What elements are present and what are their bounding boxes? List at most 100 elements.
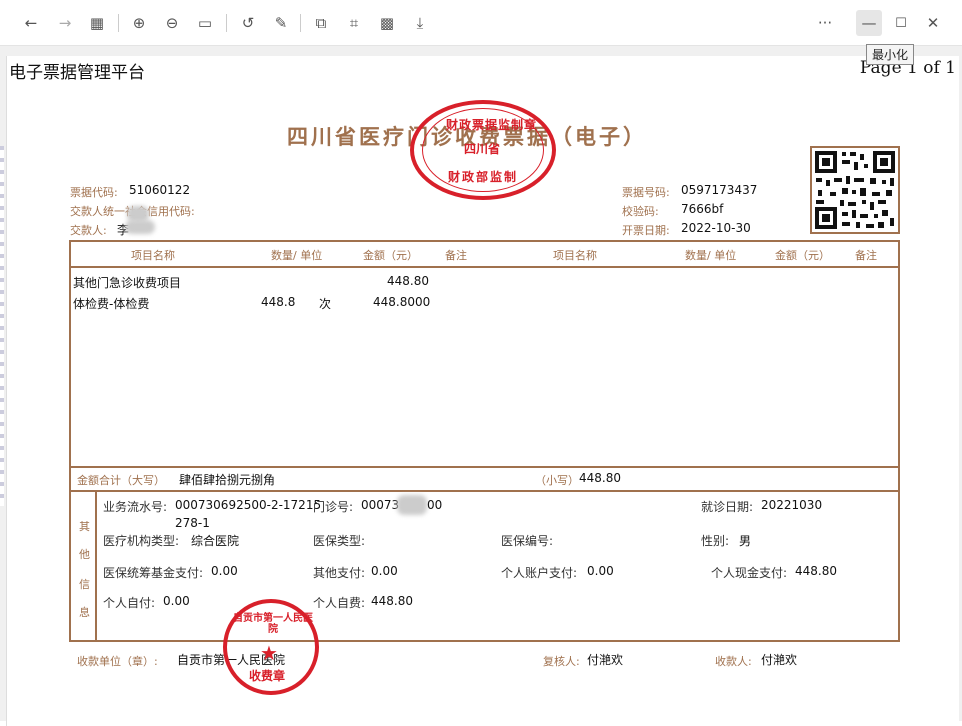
org-type-label: 医疗机构类型: [103, 534, 180, 548]
seal-inner-text: 四川省 [464, 142, 501, 156]
seal-outer-text: 自贡市第一人民医院 [233, 613, 313, 635]
background-window-edge [0, 146, 4, 506]
toolbar-divider [226, 14, 227, 32]
minimize-icon[interactable]: — [856, 10, 882, 36]
self-fee-value: 448.80 [371, 594, 413, 608]
annotate-icon[interactable]: ✎ [268, 10, 294, 36]
col-header-remark-1: 备注 [445, 249, 467, 262]
serial-value-cont: 278-1 [175, 516, 210, 530]
more-icon[interactable]: ··· [812, 10, 838, 36]
select-area-icon[interactable]: ⌗ [341, 10, 367, 36]
ins-type-label: 医保类型: [313, 534, 366, 548]
self-fee-label: 个人自费: [313, 596, 366, 610]
item-qty: 448.8 [261, 295, 296, 309]
cashier-label: 收款人: [715, 655, 752, 668]
cash-label: 个人现金支付: [711, 566, 788, 580]
close-icon[interactable]: ✕ [920, 10, 946, 36]
self-pay-label: 个人自付: [103, 596, 156, 610]
sex-label: 性别: [701, 534, 730, 548]
item-amount: 448.80 [387, 274, 429, 288]
number-value: 0597173437 [681, 183, 758, 197]
item-unit: 次 [319, 297, 332, 311]
page-header-title: 电子票据管理平台 [9, 63, 145, 83]
reviewer-value: 付滟欢 [587, 653, 624, 667]
maximize-icon[interactable]: ☐ [888, 10, 914, 36]
pdf-page: 电子票据管理平台 Page 1 of 1 四川省医疗门诊收费票据（电子） 财政票… [6, 56, 959, 726]
visit-label: 就诊日期: [701, 500, 754, 514]
download-icon[interactable]: ⤓ [407, 10, 433, 36]
back-icon[interactable]: ← [18, 10, 44, 36]
self-pay-value: 0.00 [163, 594, 190, 608]
zoom-in-icon[interactable]: ⊕ [126, 10, 152, 36]
toolbar-divider [118, 14, 119, 32]
col-header-amount-1: 金额（元） [363, 249, 418, 262]
total-rule-top [71, 466, 898, 468]
redaction-blur [397, 495, 427, 515]
zoom-out-icon[interactable]: ⊖ [159, 10, 185, 36]
serial-value: 000730692500-2-17215 [175, 498, 322, 512]
total-rule-bottom [71, 490, 898, 492]
date-value: 2022-10-30 [681, 221, 751, 235]
payer-label: 交款人: [70, 224, 107, 237]
other-info-divider [95, 490, 97, 640]
fit-page-icon[interactable]: ▭ [192, 10, 218, 36]
redaction-blur [125, 220, 155, 234]
org-type-value: 综合医院 [191, 534, 240, 548]
qr-code-icon [815, 151, 895, 229]
visit-value: 20221030 [761, 498, 823, 512]
acct-value: 0.00 [587, 564, 614, 578]
star-icon: ★ [260, 641, 278, 665]
other-pay-label: 其他支付: [313, 566, 366, 580]
seal-bottom-text: 收费章 [249, 669, 286, 683]
toolbar-divider [300, 14, 301, 32]
date-label: 开票日期: [622, 224, 670, 237]
col-header-qty-2: 数量/ 单位 [685, 249, 737, 262]
minimize-tooltip: 最小化 [866, 44, 915, 65]
number-label: 票据号码: [622, 186, 670, 199]
rotate-icon[interactable]: ↺ [235, 10, 261, 36]
header-rule [71, 266, 898, 268]
cash-value: 448.80 [795, 564, 837, 578]
hospital-seal: 自贡市第一人民医院 ★ 收费章 [223, 599, 319, 695]
other-info-char: 他 [79, 548, 90, 561]
reviewer-label: 复核人: [543, 655, 580, 668]
serial-label: 业务流水号: [103, 500, 168, 514]
total-small-value: 448.80 [579, 471, 621, 485]
fund-label: 医保统筹基金支付: [103, 566, 204, 580]
viewer-toolbar: ← → ▦ ⊕ ⊖ ▭ ↺ ✎ ⧉ ⌗ ▩ ⤓ ··· — ☐ ✕ [0, 0, 962, 46]
sex-value: 男 [739, 534, 752, 548]
other-pay-value: 0.00 [371, 564, 398, 578]
forward-icon[interactable]: → [52, 10, 78, 36]
seal-outer-text: 财政票据监制章 [446, 118, 538, 132]
invoice-table: 项目名称 数量/ 单位 金额（元） 备注 项目名称 数量/ 单位 金额（元） 备… [69, 240, 900, 642]
check-value: 7666bf [681, 202, 724, 216]
total-small-label: （小写） [535, 474, 579, 487]
fiscal-seal: 财政票据监制章 四川省 财政部监制 [410, 100, 556, 200]
code-value: 51060122 [129, 183, 191, 197]
col-header-amount-2: 金额（元） [775, 249, 830, 262]
acct-label: 个人账户支付: [501, 566, 578, 580]
col-header-name-1: 项目名称 [131, 249, 175, 262]
item-name: 其他门急诊收费项目 [73, 276, 182, 290]
col-header-qty-1: 数量/ 单位 [271, 249, 323, 262]
clinic-label: 门诊号: [313, 500, 354, 514]
other-info-char: 其 [79, 520, 90, 533]
document-canvas[interactable]: 电子票据管理平台 Page 1 of 1 四川省医疗门诊收费票据（电子） 财政票… [0, 46, 962, 726]
check-label: 校验码: [622, 205, 659, 218]
qr-code [810, 146, 900, 234]
clinic-value-b: 00 [427, 498, 443, 512]
other-info-char: 信 [79, 578, 90, 591]
ins-no-label: 医保编号: [501, 534, 554, 548]
clinic-value-a: 00073 [361, 498, 400, 512]
copy-icon[interactable]: ⧉ [308, 10, 334, 36]
fund-value: 0.00 [211, 564, 238, 578]
col-header-remark-2: 备注 [855, 249, 877, 262]
unit-label: 收款单位（章）: [77, 655, 158, 668]
col-header-name-2: 项目名称 [553, 249, 597, 262]
cashier-value: 付滟欢 [761, 653, 798, 667]
item-name: 体检费-体检费 [73, 297, 150, 311]
item-amount: 448.8000 [373, 295, 431, 309]
other-info-char: 息 [79, 606, 90, 619]
thumbnails-icon[interactable]: ▦ [84, 10, 110, 36]
qr-scan-icon[interactable]: ▩ [374, 10, 400, 36]
